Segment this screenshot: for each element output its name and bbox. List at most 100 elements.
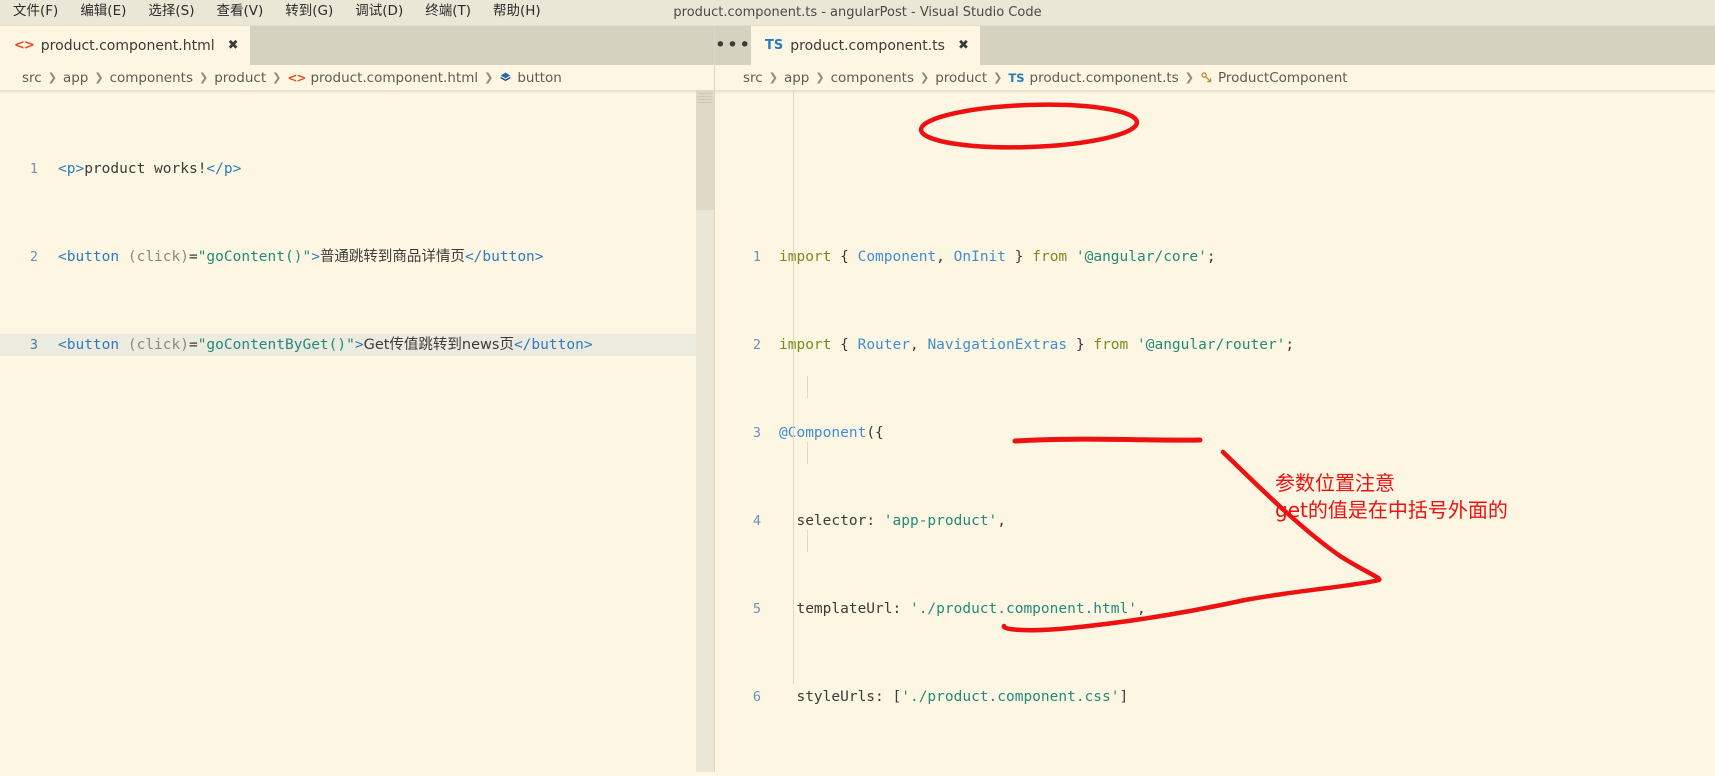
indent-guide [807,442,808,464]
breadcrumb-label: product [214,69,267,86]
line-text: import { Router, NavigationExtras } from… [779,337,1295,353]
breadcrumb-components[interactable]: components [110,70,193,86]
chevron-right-icon: ❯ [484,71,494,84]
line-number: 1 [752,249,761,265]
code-line[interactable]: 2 <button (click)="goContent()">普通跳转到商品详… [0,246,714,268]
chevron-right-icon: ❯ [272,71,282,84]
code-line[interactable]: 3 <button (click)="goContentByGet()">Get… [0,334,714,356]
menu-selection[interactable]: 选择(S) [137,2,205,23]
line-number: 2 [29,249,38,265]
minimap-left[interactable] [696,90,714,772]
chevron-right-icon: ❯ [1184,71,1194,84]
menu-edit[interactable]: 编辑(E) [69,2,137,23]
breadcrumb-right: src ❯ app ❯ components ❯ product ❯ TS pr… [715,65,1715,90]
code-line[interactable]: 6 styleUrls: ['./product.component.css'] [715,686,1715,708]
code-editor-left[interactable]: 1 <p>product works!</p> 2 <button (click… [0,90,714,772]
html-icon: <> [287,70,306,85]
tab-label: product.component.html [40,37,215,54]
breadcrumb-src[interactable]: src [743,70,763,86]
menu-go[interactable]: 转到(G) [274,2,344,23]
typescript-icon: TS [765,38,784,53]
menu-bar: 文件(F) 编辑(E) 选择(S) 查看(V) 转到(G) 调试(D) 终端(T… [0,2,552,23]
breadcrumb-file[interactable]: TS product.component.ts [1008,70,1178,86]
breadcrumb-label: product [935,69,988,86]
tab-bar-left: <> product.component.html ✖ [0,26,714,65]
menu-view[interactable]: 查看(V) [206,2,275,23]
line-text: <p>product works!</p> [58,161,242,177]
editor-group-left: <> product.component.html ✖ src ❯ app ❯ … [0,26,715,772]
code-line[interactable]: 2 import { Router, NavigationExtras } fr… [715,334,1715,356]
chevron-right-icon: ❯ [815,71,825,84]
symbol-field-icon [500,72,511,82]
line-number: 3 [752,425,761,441]
breadcrumb-label: app [783,69,810,86]
chevron-right-icon: ❯ [768,71,778,84]
line-text: <button (click)="goContentByGet()">Get传值… [58,337,593,353]
breadcrumb-product[interactable]: product [214,70,266,86]
tab-bar-empty-space-left [250,26,714,65]
more-actions-button[interactable]: ••• [715,26,751,65]
close-icon[interactable]: ✖ [228,39,239,52]
tab-product-component-ts[interactable]: TS product.component.ts ✖ [751,26,981,65]
breadcrumb-label: product.component.ts [1029,69,1179,86]
title-bar: 文件(F) 编辑(E) 选择(S) 查看(V) 转到(G) 调试(D) 终端(T… [0,0,1715,26]
line-number: 2 [752,337,761,353]
menu-file[interactable]: 文件(F) [2,2,69,23]
breadcrumb-label: app [62,69,89,86]
code-line[interactable]: 4 selector: 'app-product', [715,510,1715,532]
chevron-right-icon: ❯ [198,71,209,84]
tab-bar-empty-space-right [980,26,1715,65]
breadcrumb-app[interactable]: app [784,70,809,86]
code-line[interactable]: 5 templateUrl: './product.component.html… [715,598,1715,620]
tab-label: product.component.ts [790,37,945,54]
chevron-right-icon: ❯ [919,71,930,84]
breadcrumb-label: components [830,69,914,86]
line-number: 4 [752,513,761,529]
line-number: 5 [752,601,761,617]
line-number: 1 [29,161,38,177]
code-line[interactable]: 1 import { Component, OnInit } from '@an… [715,246,1715,268]
close-icon[interactable]: ✖ [958,39,969,52]
line-number: 3 [29,337,38,353]
chevron-right-icon: ❯ [94,71,104,84]
line-number: 6 [752,689,761,705]
code-editor-right[interactable]: 1 import { Component, OnInit } from '@an… [715,90,1715,772]
chevron-right-icon: ❯ [993,71,1003,84]
breadcrumb-symbol-productcomponent[interactable]: ProductComponent [1200,70,1348,86]
breadcrumb-label: ProductComponent [1217,69,1348,86]
breadcrumb-product[interactable]: product [935,70,987,86]
minimap-slider[interactable] [696,90,714,210]
breadcrumb-symbol-button[interactable]: button [499,70,562,86]
html-icon: <> [14,38,35,53]
breadcrumb-src[interactable]: src [22,70,42,86]
code-line[interactable]: 1 <p>product works!</p> [0,158,714,180]
line-text: @Component({ [779,425,884,441]
breadcrumb-label: src [22,69,42,86]
editor-group-right: ••• TS product.component.ts ✖ src ❯ app … [715,26,1715,772]
line-text: <button (click)="goContent()">普通跳转到商品详情页… [58,249,544,265]
editor-workbench: <> product.component.html ✖ src ❯ app ❯ … [0,26,1715,772]
tab-bar-right: ••• TS product.component.ts ✖ [715,26,1715,65]
breadcrumb-file[interactable]: <> product.component.html [287,70,478,86]
breadcrumb-components[interactable]: components [831,70,914,86]
breadcrumb-label: components [109,69,193,86]
line-text: selector: 'app-product', [779,513,1007,529]
line-text: import { Component, OnInit } from '@angu… [779,249,1216,265]
symbol-class-icon [1201,72,1212,83]
breadcrumb-label: src [743,69,763,86]
typescript-icon: TS [1008,70,1025,85]
breadcrumb-label: button [517,69,562,86]
menu-help[interactable]: 帮助(H) [482,2,552,23]
chevron-right-icon: ❯ [47,71,57,84]
indent-guide [807,530,808,552]
code-line[interactable]: 3 @Component({ [715,422,1715,444]
menu-debug[interactable]: 调试(D) [344,2,414,23]
tab-product-component-html[interactable]: <> product.component.html ✖ [0,26,251,65]
line-text: templateUrl: './product.component.html', [779,601,1146,617]
breadcrumb-left: src ❯ app ❯ components ❯ product ❯ <> pr… [0,65,714,90]
line-text: styleUrls: ['./product.component.css'] [779,689,1129,705]
minimap-code-preview [698,93,712,103]
breadcrumb-app[interactable]: app [63,70,88,86]
ellipsis-icon: ••• [714,33,752,56]
menu-terminal[interactable]: 终端(T) [414,2,482,23]
